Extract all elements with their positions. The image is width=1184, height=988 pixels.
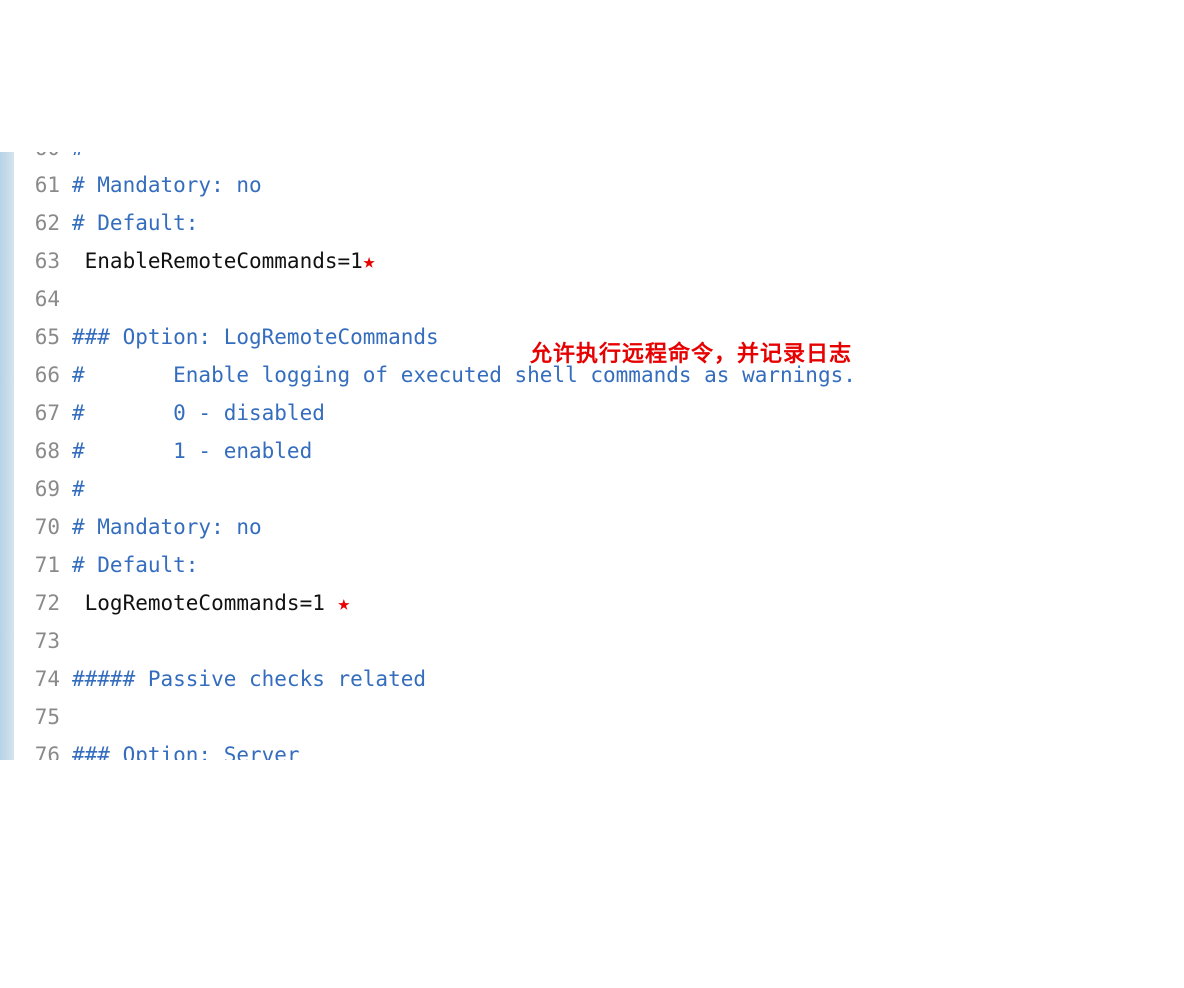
star-icon: ★	[338, 584, 351, 622]
line-content: # Default:	[72, 204, 198, 242]
code-line: 75	[0, 698, 1184, 736]
line-content: # Mandatory: no	[72, 166, 262, 204]
star-icon: ★	[363, 242, 376, 280]
line-content: #	[72, 152, 85, 166]
line-content: #	[72, 470, 85, 508]
code-line: 63 EnableRemoteCommands=1★	[0, 242, 1184, 280]
code-block: 60#61# Mandatory: no62# Default:63 Enabl…	[0, 152, 1184, 760]
annotation-overlay: 允许执行远程命令，并记录日志	[530, 335, 852, 373]
code-line: 70# Mandatory: no	[0, 508, 1184, 546]
code-line: 67# 0 - disabled	[0, 394, 1184, 432]
line-content: LogRemoteCommands=1	[72, 584, 338, 622]
code-line: 60#	[0, 152, 1184, 166]
line-content: ### Option: LogRemoteCommands	[72, 318, 439, 356]
code-line: 64	[0, 280, 1184, 318]
code-line: 61# Mandatory: no	[0, 166, 1184, 204]
code-line: 62# Default:	[0, 204, 1184, 242]
line-content: # 1 - enabled	[72, 432, 312, 470]
line-content: EnableRemoteCommands=1	[72, 242, 363, 280]
code-line: 71# Default:	[0, 546, 1184, 584]
code-line: 72 LogRemoteCommands=1 ★	[0, 584, 1184, 622]
code-line: 74##### Passive checks related	[0, 660, 1184, 698]
line-number: 76	[0, 736, 72, 760]
line-content: # Mandatory: no	[72, 508, 262, 546]
code-line: 69#	[0, 470, 1184, 508]
line-content: ### Option: Server	[72, 736, 300, 760]
code-line: 76### Option: Server	[0, 736, 1184, 760]
line-content: ##### Passive checks related	[72, 660, 426, 698]
code-line: 68# 1 - enabled	[0, 432, 1184, 470]
line-content: # Default:	[72, 546, 198, 584]
code-line: 73	[0, 622, 1184, 660]
line-content: # 0 - disabled	[72, 394, 325, 432]
